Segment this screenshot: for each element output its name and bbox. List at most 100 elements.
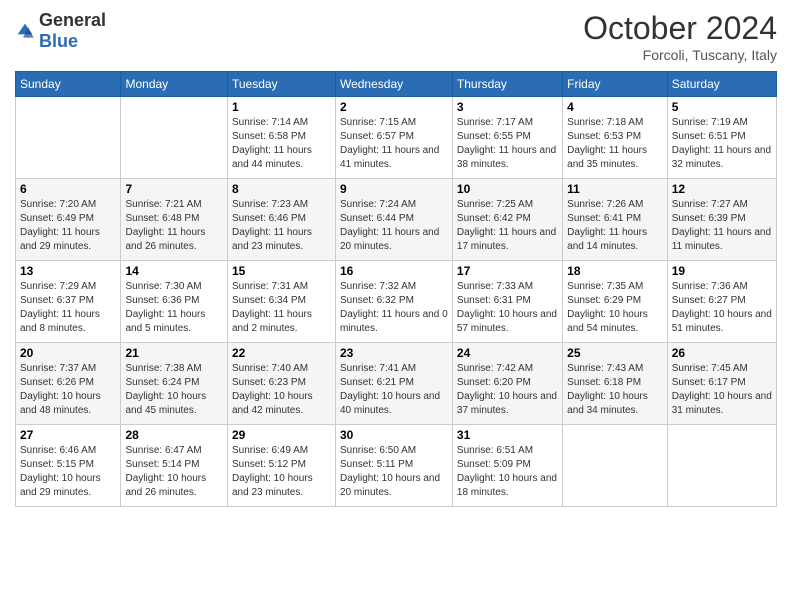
day-detail: Sunrise: 7:32 AMSunset: 6:32 PMDaylight:… xyxy=(340,280,448,336)
calendar-cell: 3Sunrise: 7:17 AMSunset: 6:55 PMDaylight… xyxy=(452,97,562,179)
day-detail: Sunrise: 7:43 AMSunset: 6:18 PMDaylight:… xyxy=(567,362,663,418)
header-row: Sunday Monday Tuesday Wednesday Thursday… xyxy=(16,72,777,97)
logo-text: General Blue xyxy=(39,10,106,52)
calendar-cell: 1Sunrise: 7:14 AMSunset: 6:58 PMDaylight… xyxy=(227,97,335,179)
day-number: 15 xyxy=(232,264,331,278)
day-number: 18 xyxy=(567,264,663,278)
calendar-cell: 6Sunrise: 7:20 AMSunset: 6:49 PMDaylight… xyxy=(16,179,121,261)
calendar-cell: 12 Sunrise: 7:27 AMSunset: 6:39 PMDayligh… xyxy=(667,179,776,261)
header: General Blue October 2024 Forcoli, Tusca… xyxy=(15,10,777,63)
day-detail: Sunrise: 7:26 AMSunset: 6:41 PMDaylight:… xyxy=(567,198,663,254)
day-detail: Sunrise: 7:27 AMSunset: 6:39 PMDaylight:… xyxy=(672,198,772,254)
title-block: October 2024 Forcoli, Tuscany, Italy xyxy=(583,10,777,63)
day-number: 20 xyxy=(20,346,116,360)
page: General Blue October 2024 Forcoli, Tusca… xyxy=(0,0,792,612)
calendar-cell: 30 Sunrise: 6:50 AMSunset: 5:11 PMDayligh… xyxy=(335,425,452,507)
calendar-cell: 22 Sunrise: 7:40 AMSunset: 6:23 PMDayligh… xyxy=(227,343,335,425)
day-detail: Sunrise: 7:18 AMSunset: 6:53 PMDaylight:… xyxy=(567,116,663,172)
day-detail: Sunrise: 7:40 AMSunset: 6:23 PMDaylight:… xyxy=(232,362,331,418)
calendar-cell: 28Sunrise: 6:47 AMSunset: 5:14 PMDayligh… xyxy=(121,425,228,507)
day-number: 2 xyxy=(340,100,448,114)
day-number: 11 xyxy=(567,182,663,196)
calendar-cell: 26 Sunrise: 7:45 AMSunset: 6:17 PMDayligh… xyxy=(667,343,776,425)
calendar-cell: 10 Sunrise: 7:25 AMSunset: 6:42 PMDayligh… xyxy=(452,179,562,261)
calendar-cell: 27 Sunrise: 6:46 AMSunset: 5:15 PMDayligh… xyxy=(16,425,121,507)
week-row-3: 20 Sunrise: 7:37 AMSunset: 6:26 PMDayligh… xyxy=(16,343,777,425)
day-detail: Sunrise: 6:51 AMSunset: 5:09 PMDaylight:… xyxy=(457,444,558,500)
th-thursday: Thursday xyxy=(452,72,562,97)
calendar-cell xyxy=(16,97,121,179)
day-detail: Sunrise: 7:15 AMSunset: 6:57 PMDaylight:… xyxy=(340,116,448,172)
day-detail: Sunrise: 7:45 AMSunset: 6:17 PMDaylight:… xyxy=(672,362,772,418)
calendar-cell: 11 Sunrise: 7:26 AMSunset: 6:41 PMDayligh… xyxy=(563,179,668,261)
day-detail: Sunrise: 6:47 AMSunset: 5:14 PMDaylight:… xyxy=(125,444,223,500)
th-saturday: Saturday xyxy=(667,72,776,97)
day-number: 27 xyxy=(20,428,116,442)
day-number: 29 xyxy=(232,428,331,442)
day-number: 8 xyxy=(232,182,331,196)
calendar-cell: 19 Sunrise: 7:36 AMSunset: 6:27 PMDayligh… xyxy=(667,261,776,343)
calendar-cell: 14 Sunrise: 7:30 AMSunset: 6:36 PMDayligh… xyxy=(121,261,228,343)
day-number: 19 xyxy=(672,264,772,278)
calendar-cell: 24Sunrise: 7:42 AMSunset: 6:20 PMDayligh… xyxy=(452,343,562,425)
calendar-cell: 2 Sunrise: 7:15 AMSunset: 6:57 PMDaylight… xyxy=(335,97,452,179)
day-number: 31 xyxy=(457,428,558,442)
calendar-cell: 29 Sunrise: 6:49 AMSunset: 5:12 PMDayligh… xyxy=(227,425,335,507)
th-tuesday: Tuesday xyxy=(227,72,335,97)
day-detail: Sunrise: 7:29 AMSunset: 6:37 PMDaylight:… xyxy=(20,280,116,336)
calendar-cell xyxy=(667,425,776,507)
day-number: 1 xyxy=(232,100,331,114)
week-row-1: 6Sunrise: 7:20 AMSunset: 6:49 PMDaylight… xyxy=(16,179,777,261)
day-number: 14 xyxy=(125,264,223,278)
day-detail: Sunrise: 7:36 AMSunset: 6:27 PMDaylight:… xyxy=(672,280,772,336)
calendar-cell: 31 Sunrise: 6:51 AMSunset: 5:09 PMDayligh… xyxy=(452,425,562,507)
day-detail: Sunrise: 7:37 AMSunset: 6:26 PMDaylight:… xyxy=(20,362,116,418)
th-friday: Friday xyxy=(563,72,668,97)
day-number: 22 xyxy=(232,346,331,360)
day-number: 10 xyxy=(457,182,558,196)
day-detail: Sunrise: 7:41 AMSunset: 6:21 PMDaylight:… xyxy=(340,362,448,418)
day-detail: Sunrise: 7:35 AMSunset: 6:29 PMDaylight:… xyxy=(567,280,663,336)
th-wednesday: Wednesday xyxy=(335,72,452,97)
day-number: 9 xyxy=(340,182,448,196)
calendar-cell: 5 Sunrise: 7:19 AMSunset: 6:51 PMDaylight… xyxy=(667,97,776,179)
calendar-cell: 17Sunrise: 7:33 AMSunset: 6:31 PMDayligh… xyxy=(452,261,562,343)
calendar-cell: 9Sunrise: 7:24 AMSunset: 6:44 PMDaylight… xyxy=(335,179,452,261)
calendar-cell: 13 Sunrise: 7:29 AMSunset: 6:37 PMDayligh… xyxy=(16,261,121,343)
calendar-cell: 20 Sunrise: 7:37 AMSunset: 6:26 PMDayligh… xyxy=(16,343,121,425)
day-number: 21 xyxy=(125,346,223,360)
calendar-cell: 15 Sunrise: 7:31 AMSunset: 6:34 PMDayligh… xyxy=(227,261,335,343)
calendar-cell: 16Sunrise: 7:32 AMSunset: 6:32 PMDayligh… xyxy=(335,261,452,343)
month-title: October 2024 xyxy=(583,10,777,47)
calendar-cell: 25Sunrise: 7:43 AMSunset: 6:18 PMDayligh… xyxy=(563,343,668,425)
day-number: 12 xyxy=(672,182,772,196)
day-detail: Sunrise: 7:30 AMSunset: 6:36 PMDaylight:… xyxy=(125,280,223,336)
day-number: 4 xyxy=(567,100,663,114)
calendar-table: Sunday Monday Tuesday Wednesday Thursday… xyxy=(15,71,777,507)
day-detail: Sunrise: 6:46 AMSunset: 5:15 PMDaylight:… xyxy=(20,444,116,500)
day-detail: Sunrise: 7:19 AMSunset: 6:51 PMDaylight:… xyxy=(672,116,772,172)
day-number: 13 xyxy=(20,264,116,278)
calendar-cell xyxy=(563,425,668,507)
day-detail: Sunrise: 6:49 AMSunset: 5:12 PMDaylight:… xyxy=(232,444,331,500)
th-monday: Monday xyxy=(121,72,228,97)
day-number: 7 xyxy=(125,182,223,196)
day-number: 30 xyxy=(340,428,448,442)
day-number: 5 xyxy=(672,100,772,114)
day-number: 23 xyxy=(340,346,448,360)
day-detail: Sunrise: 7:21 AMSunset: 6:48 PMDaylight:… xyxy=(125,198,223,254)
day-detail: Sunrise: 7:33 AMSunset: 6:31 PMDaylight:… xyxy=(457,280,558,336)
day-detail: Sunrise: 7:25 AMSunset: 6:42 PMDaylight:… xyxy=(457,198,558,254)
calendar-cell: 7 Sunrise: 7:21 AMSunset: 6:48 PMDaylight… xyxy=(121,179,228,261)
day-detail: Sunrise: 7:17 AMSunset: 6:55 PMDaylight:… xyxy=(457,116,558,172)
day-detail: Sunrise: 6:50 AMSunset: 5:11 PMDaylight:… xyxy=(340,444,448,500)
week-row-4: 27 Sunrise: 6:46 AMSunset: 5:15 PMDayligh… xyxy=(16,425,777,507)
logo-blue: Blue xyxy=(39,31,78,51)
week-row-0: 1Sunrise: 7:14 AMSunset: 6:58 PMDaylight… xyxy=(16,97,777,179)
day-detail: Sunrise: 7:31 AMSunset: 6:34 PMDaylight:… xyxy=(232,280,331,336)
th-sunday: Sunday xyxy=(16,72,121,97)
day-number: 26 xyxy=(672,346,772,360)
calendar-cell: 21Sunrise: 7:38 AMSunset: 6:24 PMDayligh… xyxy=(121,343,228,425)
calendar-cell: 23 Sunrise: 7:41 AMSunset: 6:21 PMDayligh… xyxy=(335,343,452,425)
logo-general: General xyxy=(39,10,106,30)
